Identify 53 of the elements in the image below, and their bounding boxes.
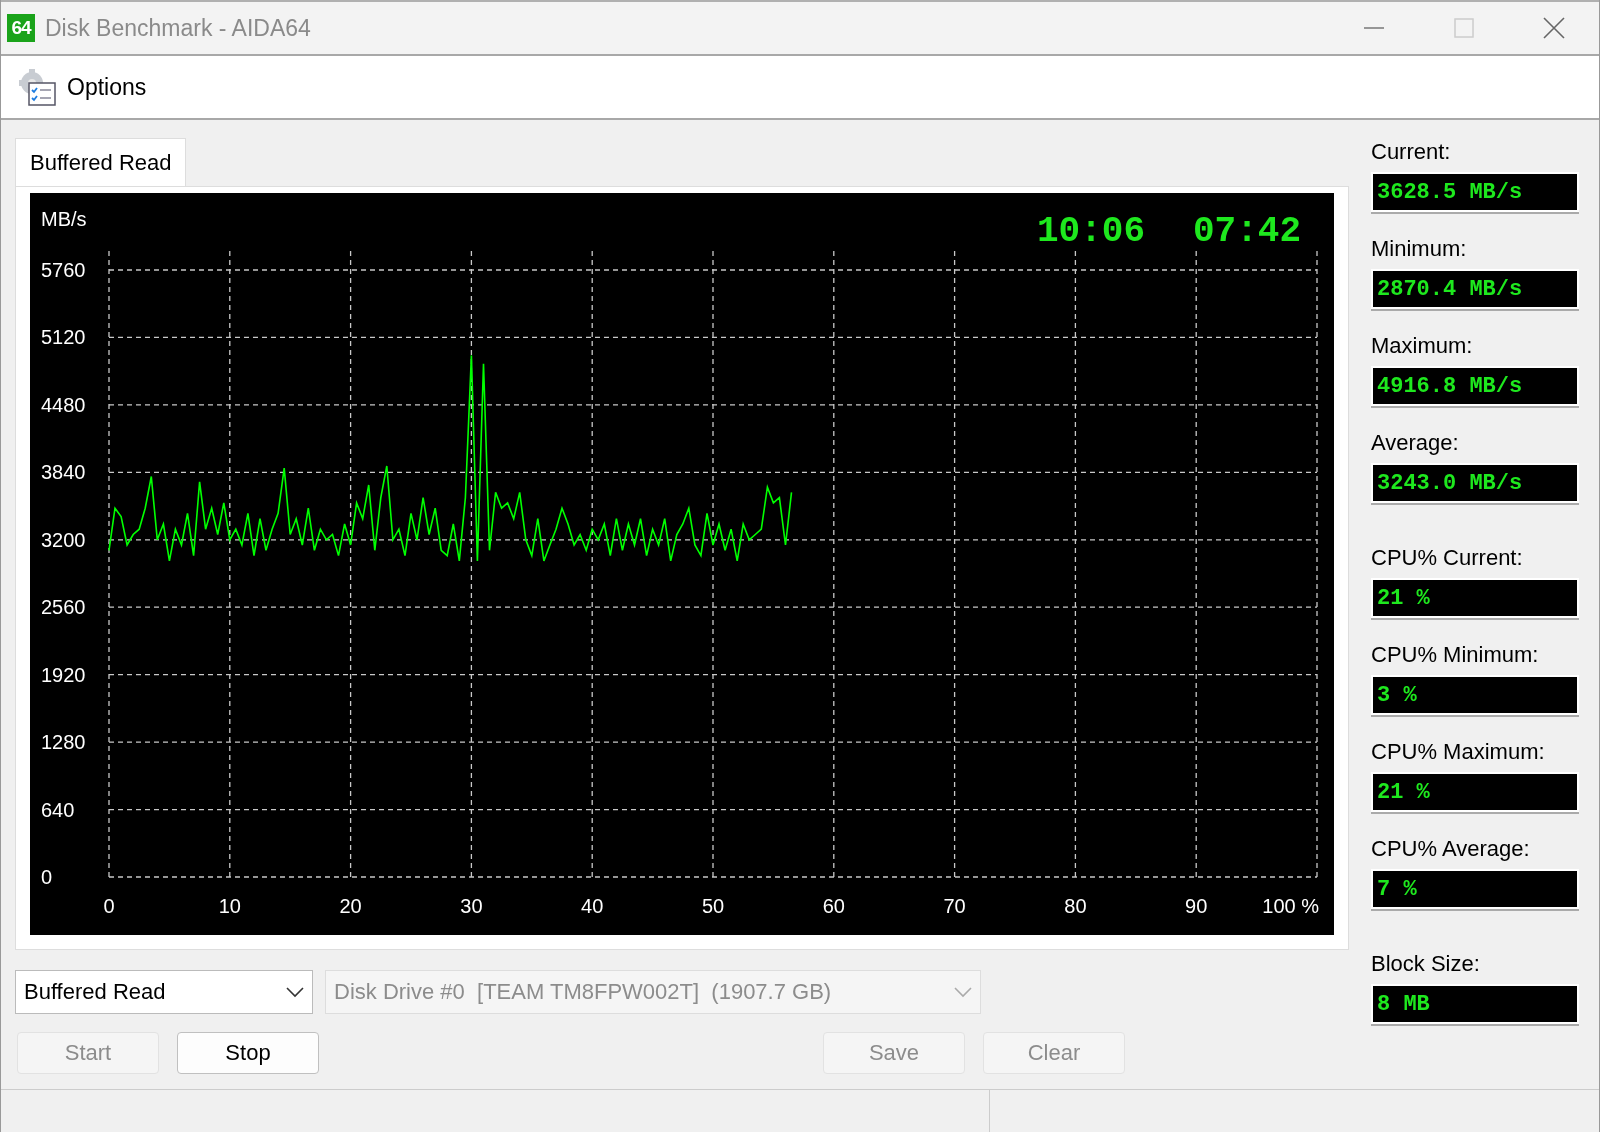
stat-value-display: 3243.0 MB/s — [1371, 463, 1579, 503]
y-tick-label: 2560 — [41, 596, 86, 619]
x-tick-label: 40 — [581, 895, 604, 917]
stat-value-display: 21 % — [1371, 578, 1579, 618]
timer-text: 07:42 — [1193, 211, 1301, 252]
stat-value-display: 21 % — [1371, 772, 1579, 812]
window-title: Disk Benchmark - AIDA64 — [45, 14, 312, 42]
y-tick-label: 0 — [41, 866, 53, 888]
x-tick-label: 70 — [943, 895, 966, 917]
y-tick-label: 1280 — [41, 731, 86, 754]
x-tick-label: 90 — [1185, 895, 1208, 917]
timer-text: 10:06 — [1037, 211, 1145, 252]
x-tick-label: 10 — [218, 895, 241, 917]
axis-title: MB/s — [41, 208, 87, 230]
close-icon — [1542, 16, 1566, 40]
stat-value-display: 3628.5 MB/s — [1371, 172, 1579, 212]
x-tick-label: 80 — [1064, 895, 1087, 917]
action-button[interactable]: Stop — [177, 1032, 319, 1074]
maximize-icon — [1453, 17, 1475, 39]
stat-label: Average: — [1371, 429, 1460, 457]
stat-value-display: 7 % — [1371, 869, 1579, 909]
x-tick-label: 20 — [339, 895, 362, 917]
stat-label: Current: — [1371, 138, 1452, 166]
x-tick-label: 30 — [460, 895, 483, 917]
chevron-down-icon — [954, 986, 972, 998]
stat-label: CPU% Average: — [1371, 835, 1531, 863]
stat-value-display: 8 MB — [1371, 984, 1579, 1024]
x-tick-label: 60 — [822, 895, 845, 917]
options-menu[interactable]: Options — [11, 60, 151, 114]
stat-label: Minimum: — [1371, 235, 1468, 263]
y-tick-label: 640 — [41, 798, 75, 821]
y-tick-label: 5760 — [41, 259, 86, 281]
chart-tab[interactable]: Buffered Read — [15, 138, 187, 186]
y-tick-label: 3840 — [41, 461, 86, 484]
y-tick-label: 3200 — [41, 528, 86, 551]
stat-label: Block Size: — [1371, 950, 1481, 978]
minimize-icon — [1363, 26, 1385, 30]
x-tick-label: 100 % — [1262, 895, 1319, 917]
stat-label: CPU% Maximum: — [1371, 738, 1546, 766]
stat-value-display: 4916.8 MB/s — [1371, 366, 1579, 406]
stat-label: CPU% Current: — [1371, 544, 1524, 572]
y-tick-label: 1920 — [41, 663, 86, 686]
test-type-dropdown[interactable]: Buffered Read — [15, 970, 313, 1014]
stat-value-display: 2870.4 MB/s — [1371, 269, 1579, 309]
app-logo: 64 — [7, 14, 35, 42]
x-tick-label: 50 — [701, 895, 725, 917]
stat-value-display: 3 % — [1371, 675, 1579, 715]
y-tick-label: 5120 — [41, 326, 86, 349]
chevron-down-icon — [286, 986, 304, 998]
stat-label: CPU% Minimum: — [1371, 641, 1540, 669]
y-tick-label: 4480 — [41, 393, 86, 416]
stat-label: Maximum: — [1371, 332, 1474, 360]
x-tick-label: 0 — [103, 895, 115, 917]
